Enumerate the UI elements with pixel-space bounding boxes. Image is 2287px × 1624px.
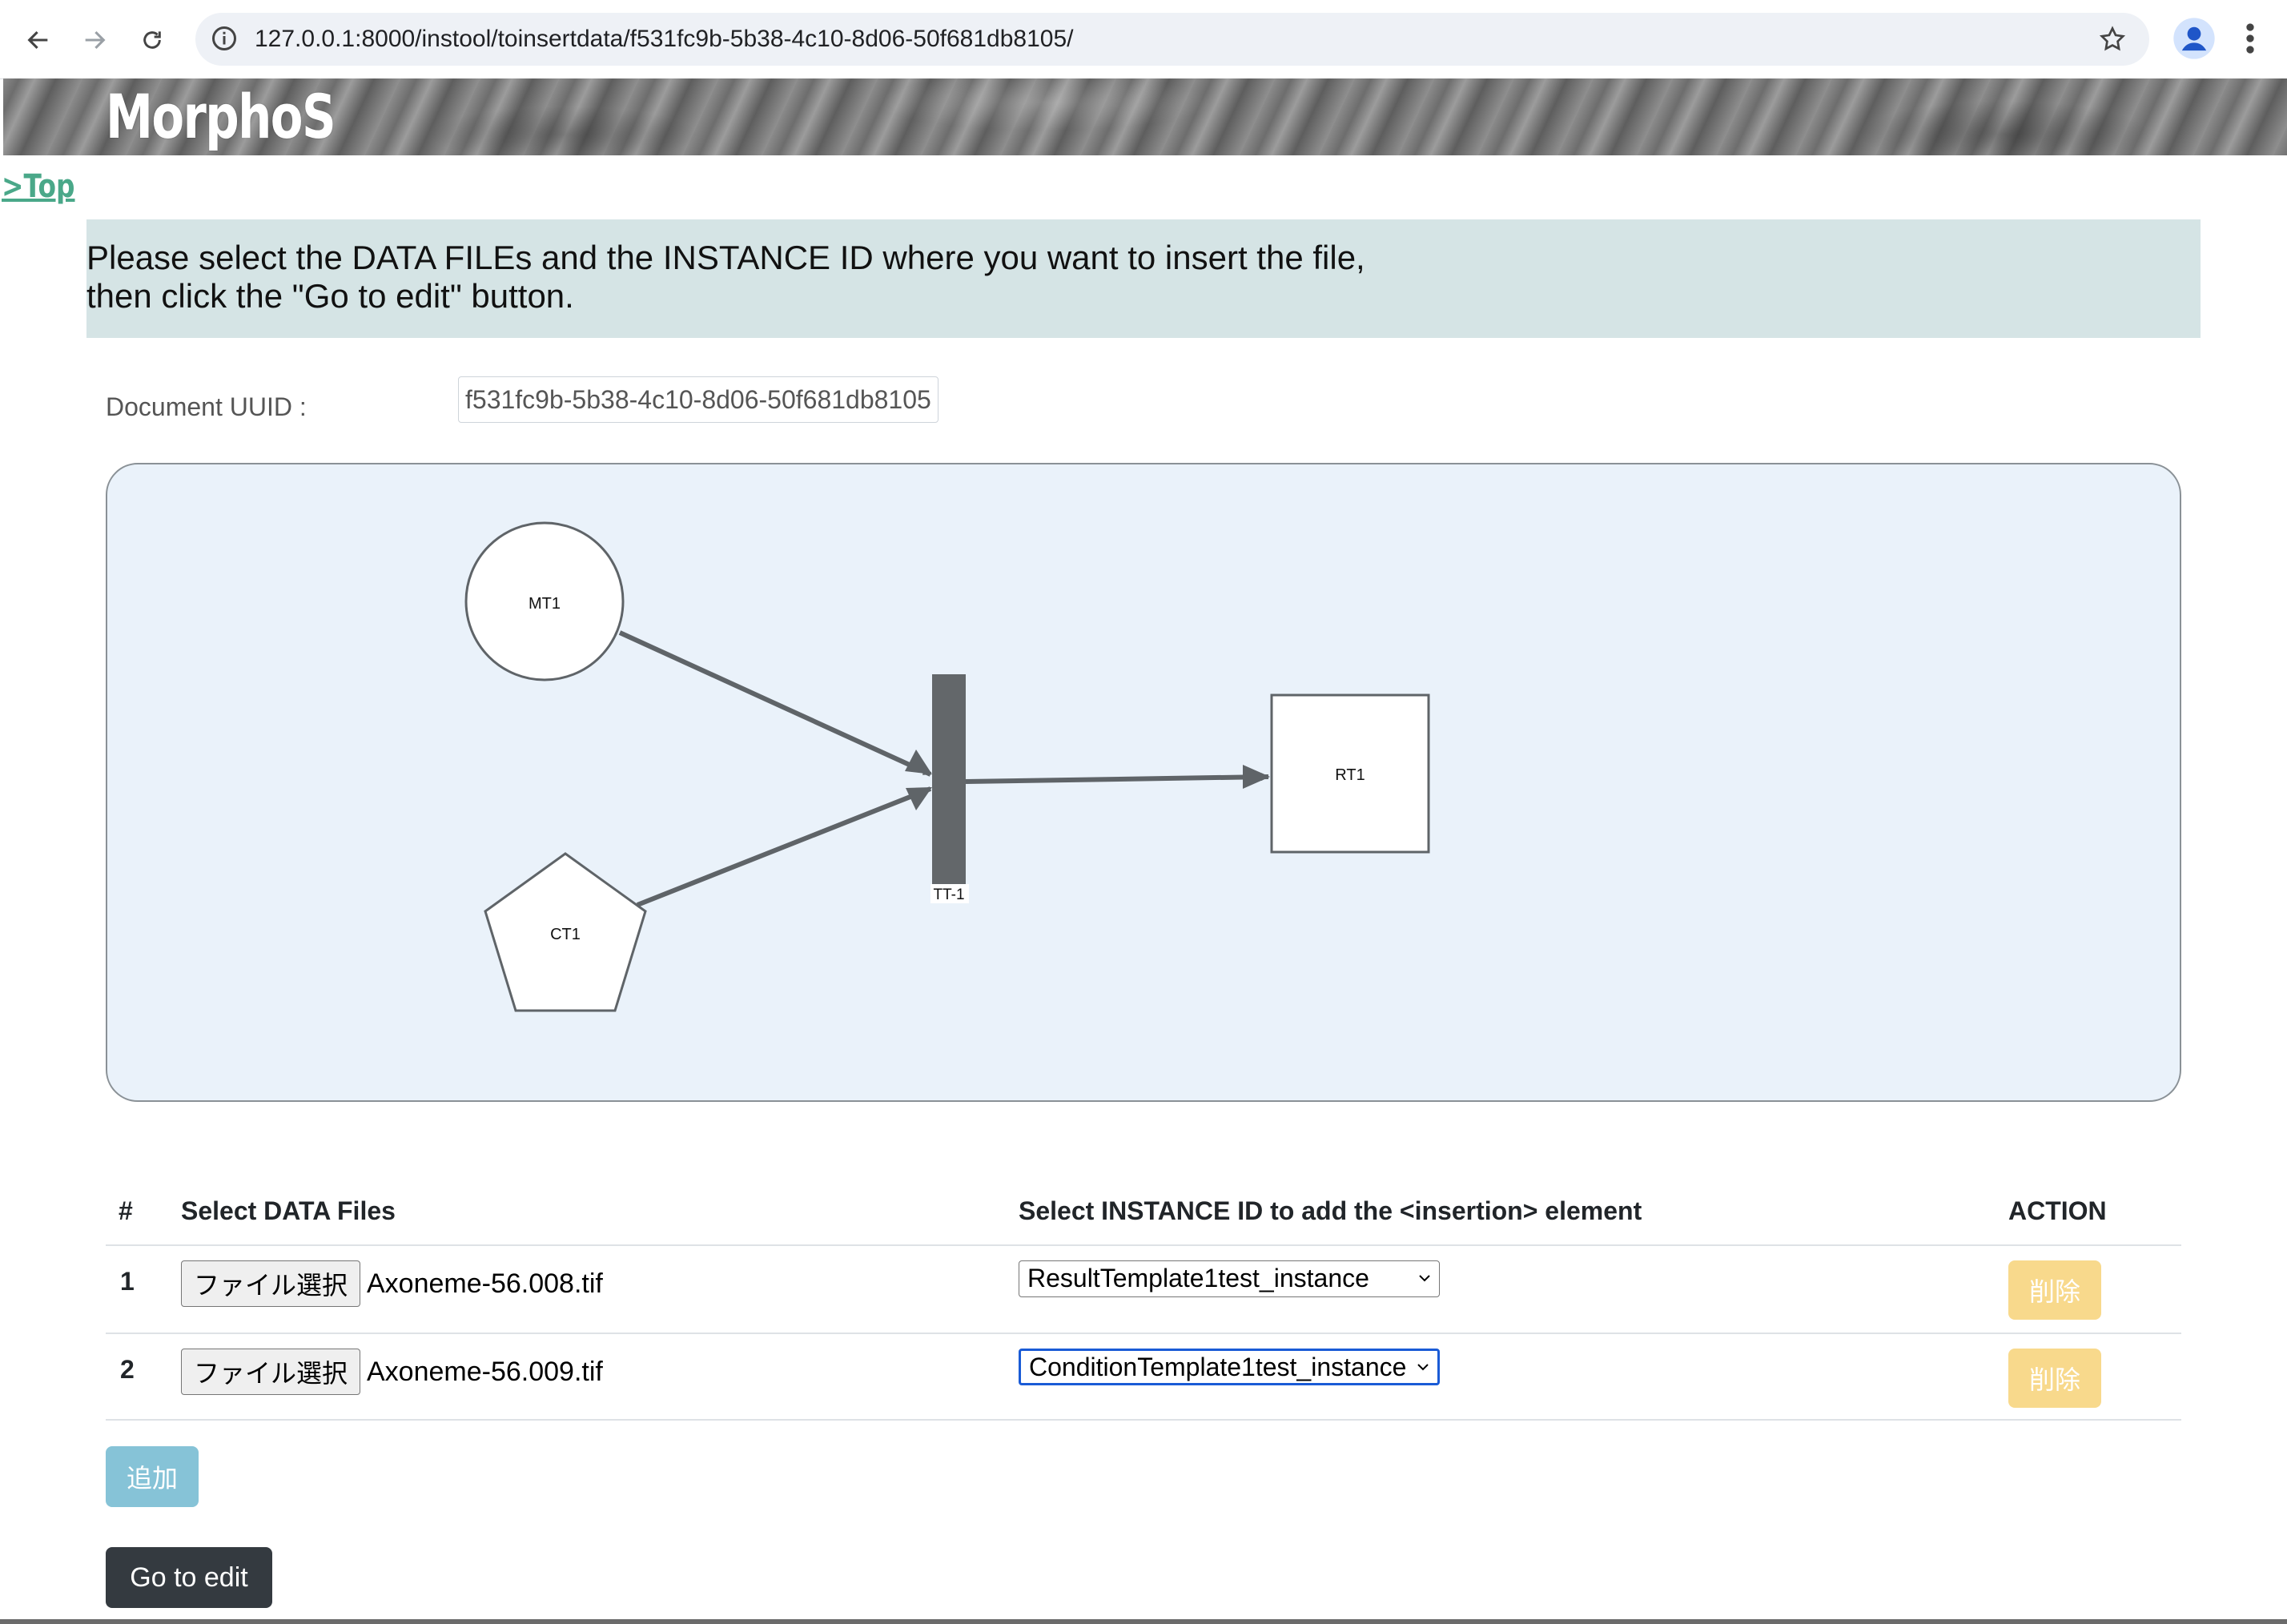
instance-id-select[interactable]: ResultTemplate1test_instance [1019, 1260, 1440, 1297]
delete-row-button[interactable]: 削除 [2008, 1349, 2101, 1408]
node-rt1-label: RT1 [1335, 766, 1365, 784]
column-header-num: # [119, 1196, 133, 1225]
document-uuid-field[interactable] [458, 376, 939, 423]
chevron-down-icon [1417, 1261, 1433, 1306]
instructions-text: Please select the DATA FILEs and the INS… [86, 239, 1365, 316]
site-header-banner: MorphoS [3, 78, 2287, 155]
workflow-diagram: MT1 CT1 TT-1 RT1 [106, 463, 2181, 1102]
window-bottom-edge [0, 1619, 2287, 1624]
table-row: 2 ファイル選択 Axoneme-56.009.tif ConditionTem… [106, 1333, 2181, 1422]
edge-ct1-tt1 [636, 786, 932, 907]
choose-file-button[interactable]: ファイル選択 [181, 1349, 360, 1395]
delete-row-button[interactable]: 削除 [2008, 1260, 2101, 1320]
node-ct1-label: CT1 [550, 926, 581, 943]
reload-icon[interactable] [128, 16, 176, 64]
instructions-line-1: Please select the DATA FILEs and the INS… [86, 239, 1365, 276]
profile-icon[interactable] [2172, 16, 2217, 65]
table-row: 1 ファイル選択 Axoneme-56.008.tif ResultTempla… [106, 1244, 2181, 1334]
node-tt1-label: TT-1 [933, 886, 964, 903]
instructions-line-2: then click the "Go to edit" button. [86, 277, 574, 315]
arrowhead-tt1-rt1 [1243, 765, 1270, 789]
instance-id-select[interactable]: ConditionTemplate1test_instance [1019, 1349, 1440, 1385]
node-mt1[interactable]: MT1 [464, 521, 625, 681]
column-header-action: ACTION [2008, 1196, 2107, 1225]
site-info-icon[interactable] [210, 24, 239, 57]
edge-tt1-rt1 [965, 773, 1269, 784]
selected-file-name: Axoneme-56.009.tif [367, 1357, 603, 1387]
node-mt1-label: MT1 [529, 595, 561, 613]
chevron-down-icon [1415, 1351, 1431, 1393]
document-uuid-label: Document UUID : [106, 392, 307, 421]
node-tt1[interactable]: TT-1 [930, 674, 969, 903]
row-number: 2 [120, 1355, 135, 1384]
edge-mt1-tt1 [618, 630, 932, 777]
top-link[interactable]: >Top [2, 168, 75, 205]
url-text[interactable]: 127.0.0.1:8000/instool/toinsertdata/f531… [255, 26, 1073, 53]
node-ct1[interactable]: CT1 [484, 852, 647, 1012]
address-bar[interactable]: 127.0.0.1:8000/instool/toinsertdata/f531… [195, 13, 2149, 66]
table-bottom-divider [106, 1419, 2181, 1421]
choose-file-button[interactable]: ファイル選択 [181, 1260, 360, 1307]
forward-arrow-icon[interactable] [70, 16, 119, 64]
instance-id-selected-value: ConditionTemplate1test_instance [1029, 1353, 1407, 1381]
browser-toolbar: 127.0.0.1:8000/instool/toinsertdata/f531… [0, 0, 2287, 79]
row-number: 1 [120, 1267, 135, 1296]
more-vert-icon[interactable] [2234, 16, 2266, 65]
back-arrow-icon[interactable] [14, 16, 62, 64]
selected-file-name: Axoneme-56.008.tif [367, 1268, 603, 1299]
go-to-edit-button[interactable]: Go to edit [106, 1547, 272, 1608]
add-row-button[interactable]: 追加 [106, 1446, 199, 1507]
site-logo[interactable]: MorphoS [106, 78, 336, 155]
column-header-instance: Select INSTANCE ID to add the <insertion… [1019, 1196, 1642, 1225]
instance-id-selected-value: ResultTemplate1test_instance [1027, 1264, 1369, 1292]
bookmark-star-icon[interactable] [2098, 25, 2127, 58]
node-rt1[interactable]: RT1 [1270, 693, 1430, 854]
column-header-files: Select DATA Files [181, 1196, 396, 1225]
instructions-panel: Please select the DATA FILEs and the INS… [86, 219, 2201, 338]
